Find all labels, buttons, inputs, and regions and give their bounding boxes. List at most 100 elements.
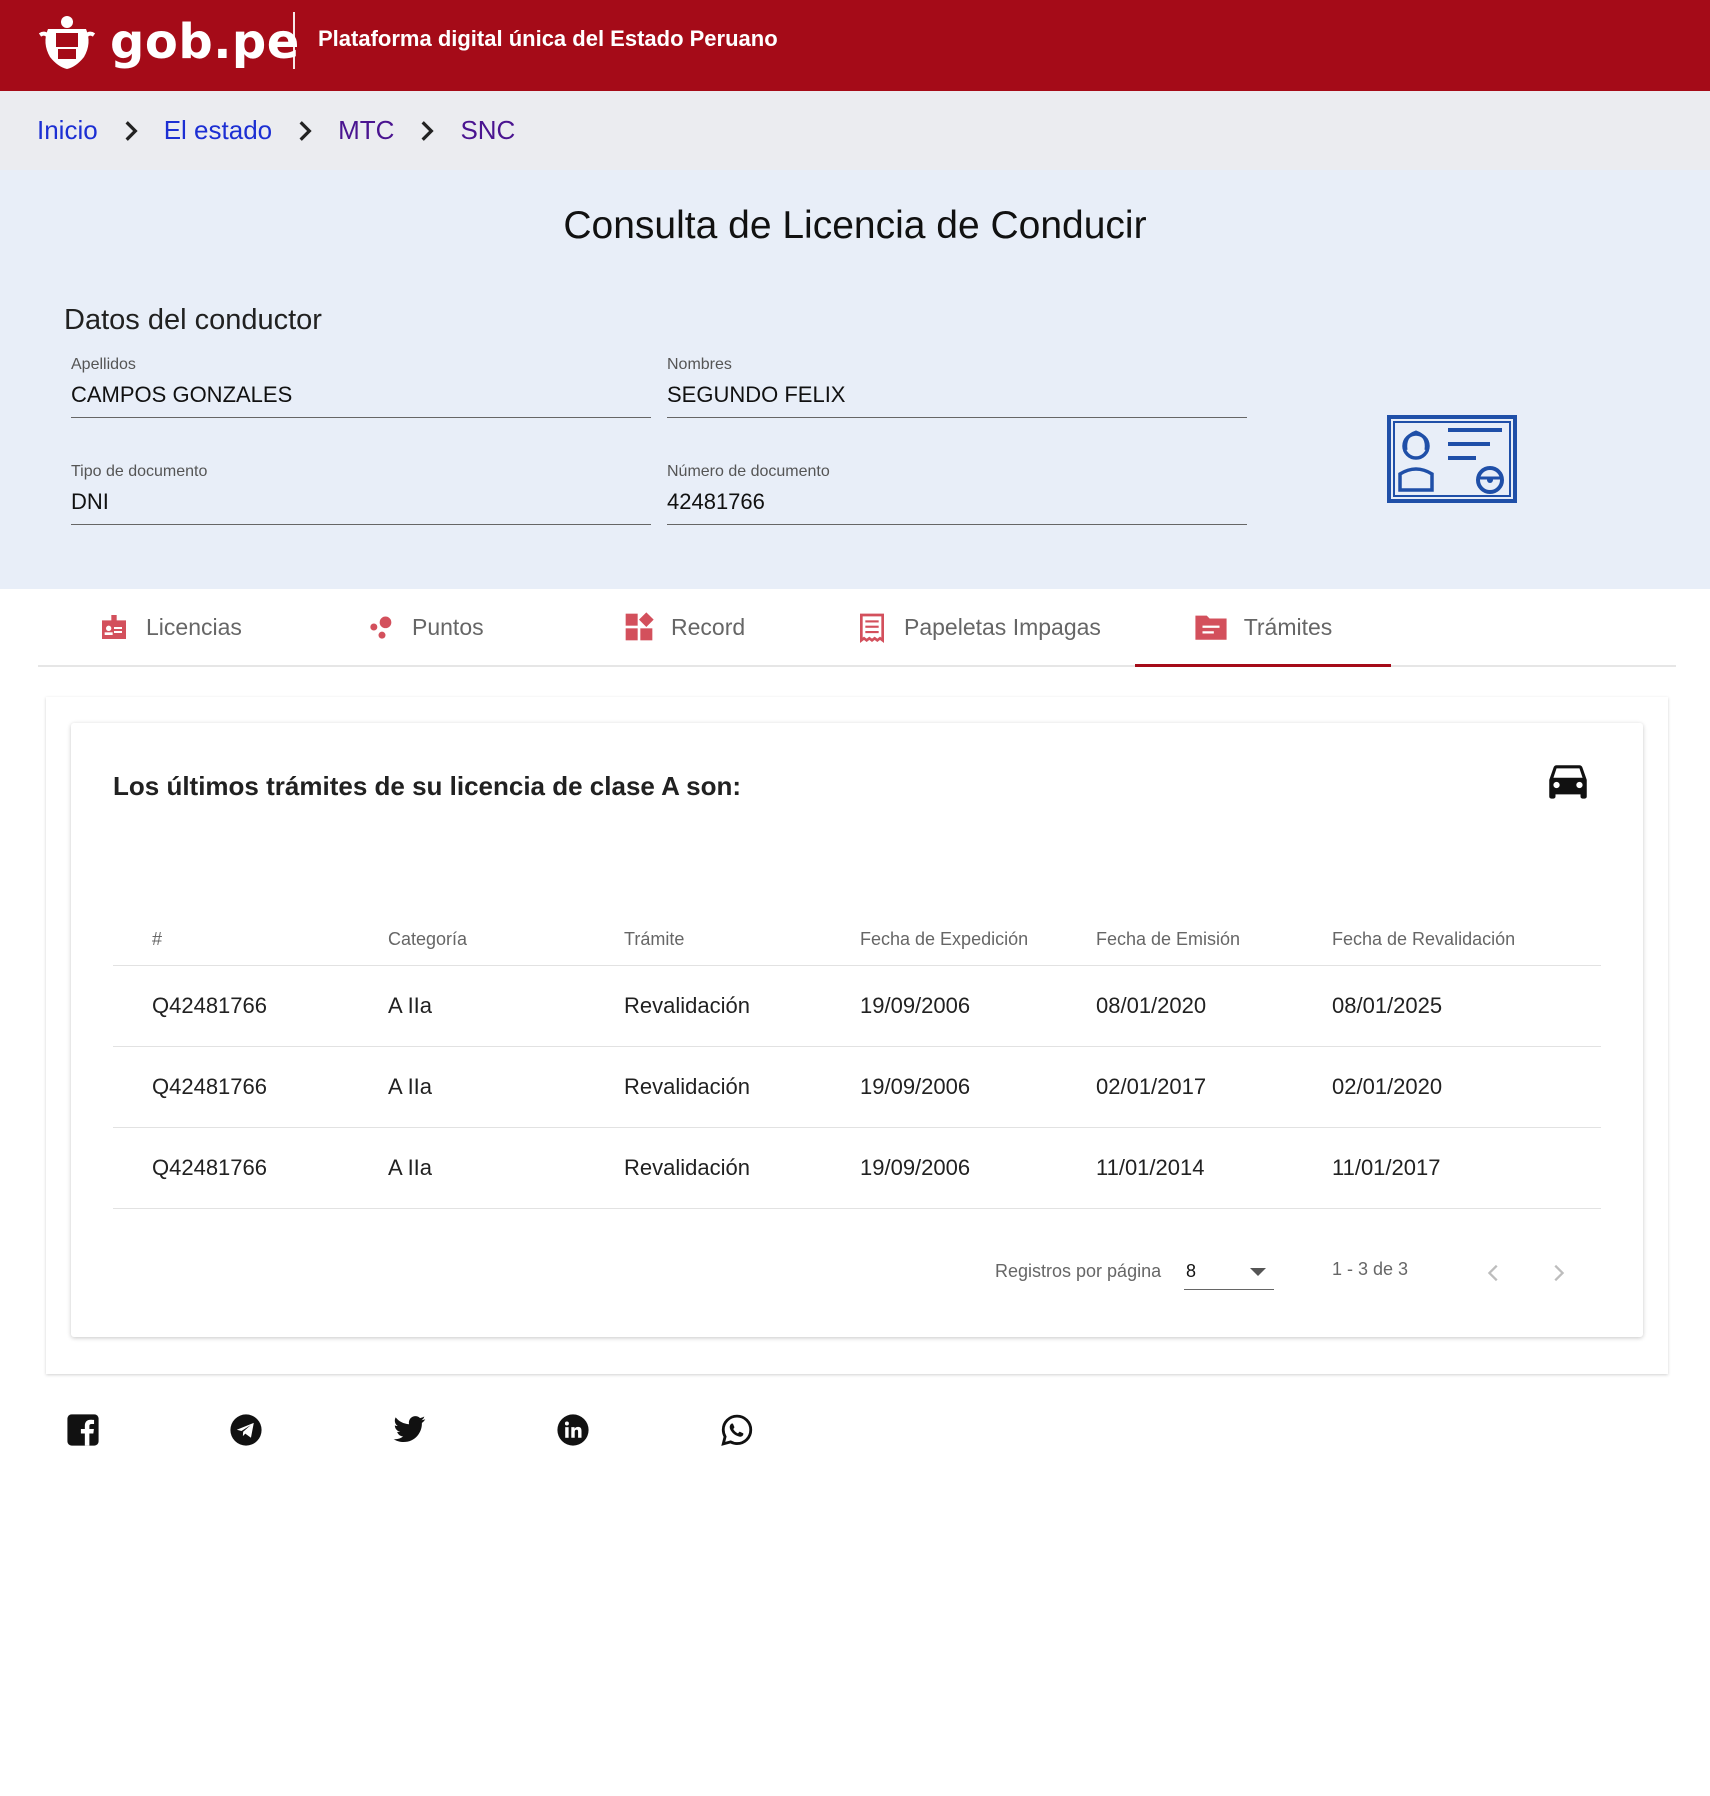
numero-documento-label: Número de documento xyxy=(667,463,830,480)
id-badge-icon xyxy=(98,611,130,643)
table-row: Q42481766 A IIa Revalidación 19/09/2006 … xyxy=(113,1046,1601,1128)
tramites-table: # Categoría Trámite Fecha de Expedición … xyxy=(113,913,1601,1209)
facebook-icon xyxy=(67,1414,99,1446)
breadcrumb-inicio[interactable]: Inicio xyxy=(37,115,98,146)
breadcrumb-el-estado[interactable]: El estado xyxy=(164,115,272,146)
top-header: gob.pe Plataforma digital única del Esta… xyxy=(0,0,1710,91)
tab-puntos[interactable]: Puntos xyxy=(368,589,484,665)
result-tabs: Licencias Puntos Record Papeletas Impaga… xyxy=(38,589,1676,667)
tipo-documento-field: Tipo de documento DNI xyxy=(71,463,651,525)
cell-fecha-revalidacion: 11/01/2017 xyxy=(1293,1127,1601,1209)
linkedin-icon xyxy=(557,1414,589,1446)
chevron-right-icon xyxy=(1554,1264,1565,1282)
apellidos-field: Apellidos CAMPOS GONZALES xyxy=(71,356,651,418)
col-header-categoria: Categoría xyxy=(349,913,585,966)
dropdown-caret-icon xyxy=(1250,1268,1266,1276)
tipo-documento-label: Tipo de documento xyxy=(71,463,208,480)
folder-icon xyxy=(1194,612,1228,642)
linkedin-share-button[interactable] xyxy=(553,1410,593,1450)
chevron-left-icon xyxy=(1487,1264,1498,1282)
cell-fecha-revalidacion: 08/01/2025 xyxy=(1293,965,1601,1047)
cell-fecha-expedicion: 19/09/2006 xyxy=(821,1127,1057,1209)
tramites-heading: Los últimos trámites de su licencia de c… xyxy=(113,771,742,801)
cell-fecha-emision: 08/01/2020 xyxy=(1057,965,1293,1047)
page-size-label: Registros por página xyxy=(995,1261,1162,1281)
facebook-share-button[interactable] xyxy=(63,1410,103,1450)
table-row: Q42481766 A IIa Revalidación 19/09/2006 … xyxy=(113,1127,1601,1209)
active-tab-indicator xyxy=(1135,664,1391,667)
apellidos-value: CAMPOS GONZALES xyxy=(71,382,651,418)
driver-license-icon xyxy=(1387,415,1517,503)
table-header-row: # Categoría Trámite Fecha de Expedición … xyxy=(113,913,1601,966)
table-paginator: Registros por página 8 1 - 3 de 3 xyxy=(71,1253,1643,1293)
cell-tramite: Revalidación xyxy=(585,1046,821,1128)
tab-label: Papeletas Impagas xyxy=(904,613,1101,640)
twitter-share-button[interactable] xyxy=(389,1410,429,1450)
tab-label: Trámites xyxy=(1243,613,1333,640)
breadcrumb-snc[interactable]: SNC xyxy=(460,115,515,146)
numero-documento-value: 42481766 xyxy=(667,489,1247,525)
tab-tramites[interactable]: Trámites xyxy=(1135,589,1391,667)
tab-label: Licencias xyxy=(146,613,242,640)
cell-categoria: A IIa xyxy=(349,965,585,1047)
cell-numero: Q42481766 xyxy=(113,1046,349,1128)
tipo-documento-value: DNI xyxy=(71,489,651,525)
logo-text: gob.pe xyxy=(110,14,300,70)
points-icon xyxy=(368,613,396,641)
tramites-panel: Los últimos trámites de su licencia de c… xyxy=(46,697,1668,1374)
page-size-value: 8 xyxy=(1186,1261,1197,1281)
chevron-right-icon xyxy=(299,120,312,141)
col-header-fecha-revalidacion: Fecha de Revalidación xyxy=(1293,913,1601,966)
breadcrumb: Inicio El estado MTC SNC xyxy=(0,91,1710,170)
whatsapp-icon xyxy=(721,1414,753,1446)
twitter-icon xyxy=(393,1416,426,1443)
chevron-right-icon xyxy=(125,120,138,141)
cell-categoria: A IIa xyxy=(349,1127,585,1209)
tramites-card: Los últimos trámites de su licencia de c… xyxy=(71,723,1643,1337)
header-divider xyxy=(293,12,295,69)
cell-numero: Q42481766 xyxy=(113,965,349,1047)
cell-fecha-emision: 11/01/2014 xyxy=(1057,1127,1293,1209)
previous-page-button[interactable] xyxy=(1478,1257,1510,1289)
tab-label: Record xyxy=(671,613,746,640)
tab-label: Puntos xyxy=(412,613,484,640)
peru-shield-icon xyxy=(38,16,96,69)
receipt-icon xyxy=(856,611,888,643)
col-header-tramite: Trámite xyxy=(585,913,821,966)
header-tagline: Plataforma digital única del Estado Peru… xyxy=(318,26,778,51)
nombres-field: Nombres SEGUNDO FELIX xyxy=(667,356,1247,418)
record-grid-icon xyxy=(623,611,655,643)
breadcrumb-mtc[interactable]: MTC xyxy=(338,115,394,146)
cell-tramite: Revalidación xyxy=(585,965,821,1047)
car-icon xyxy=(1549,765,1587,799)
cell-numero: Q42481766 xyxy=(113,1127,349,1209)
cell-fecha-expedicion: 19/09/2006 xyxy=(821,965,1057,1047)
col-header-numero: # xyxy=(113,913,349,966)
whatsapp-share-button[interactable] xyxy=(717,1410,757,1450)
col-header-fecha-expedicion: Fecha de Expedición xyxy=(821,913,1057,966)
telegram-icon xyxy=(230,1414,262,1446)
col-header-fecha-emision: Fecha de Emisión xyxy=(1057,913,1293,966)
cell-tramite: Revalidación xyxy=(585,1127,821,1209)
page-range-label: 1 - 3 de 3 xyxy=(1332,1259,1409,1279)
apellidos-label: Apellidos xyxy=(71,356,136,373)
section-title: Datos del conductor xyxy=(64,304,322,336)
table-row: Q42481766 A IIa Revalidación 19/09/2006 … xyxy=(113,965,1601,1047)
cell-fecha-emision: 02/01/2017 xyxy=(1057,1046,1293,1128)
cell-fecha-revalidacion: 02/01/2020 xyxy=(1293,1046,1601,1128)
tab-papeletas-impagas[interactable]: Papeletas Impagas xyxy=(856,589,1101,665)
numero-documento-field: Número de documento 42481766 xyxy=(667,463,1247,525)
tab-licencias[interactable]: Licencias xyxy=(98,589,242,665)
nombres-label: Nombres xyxy=(667,356,732,373)
cell-fecha-expedicion: 19/09/2006 xyxy=(821,1046,1057,1128)
chevron-right-icon xyxy=(421,120,435,141)
gobpe-logo[interactable]: gob.pe xyxy=(38,12,300,72)
cell-categoria: A IIa xyxy=(349,1046,585,1128)
telegram-share-button[interactable] xyxy=(226,1410,266,1450)
page-size-select[interactable]: 8 xyxy=(1184,1255,1274,1290)
nombres-value: SEGUNDO FELIX xyxy=(667,382,1247,418)
driver-data-panel: Consulta de Licencia de Conducir Datos d… xyxy=(0,170,1710,589)
next-page-button[interactable] xyxy=(1542,1257,1574,1289)
tab-record[interactable]: Record xyxy=(623,589,745,665)
page-title: Consulta de Licencia de Conducir xyxy=(563,204,1147,247)
